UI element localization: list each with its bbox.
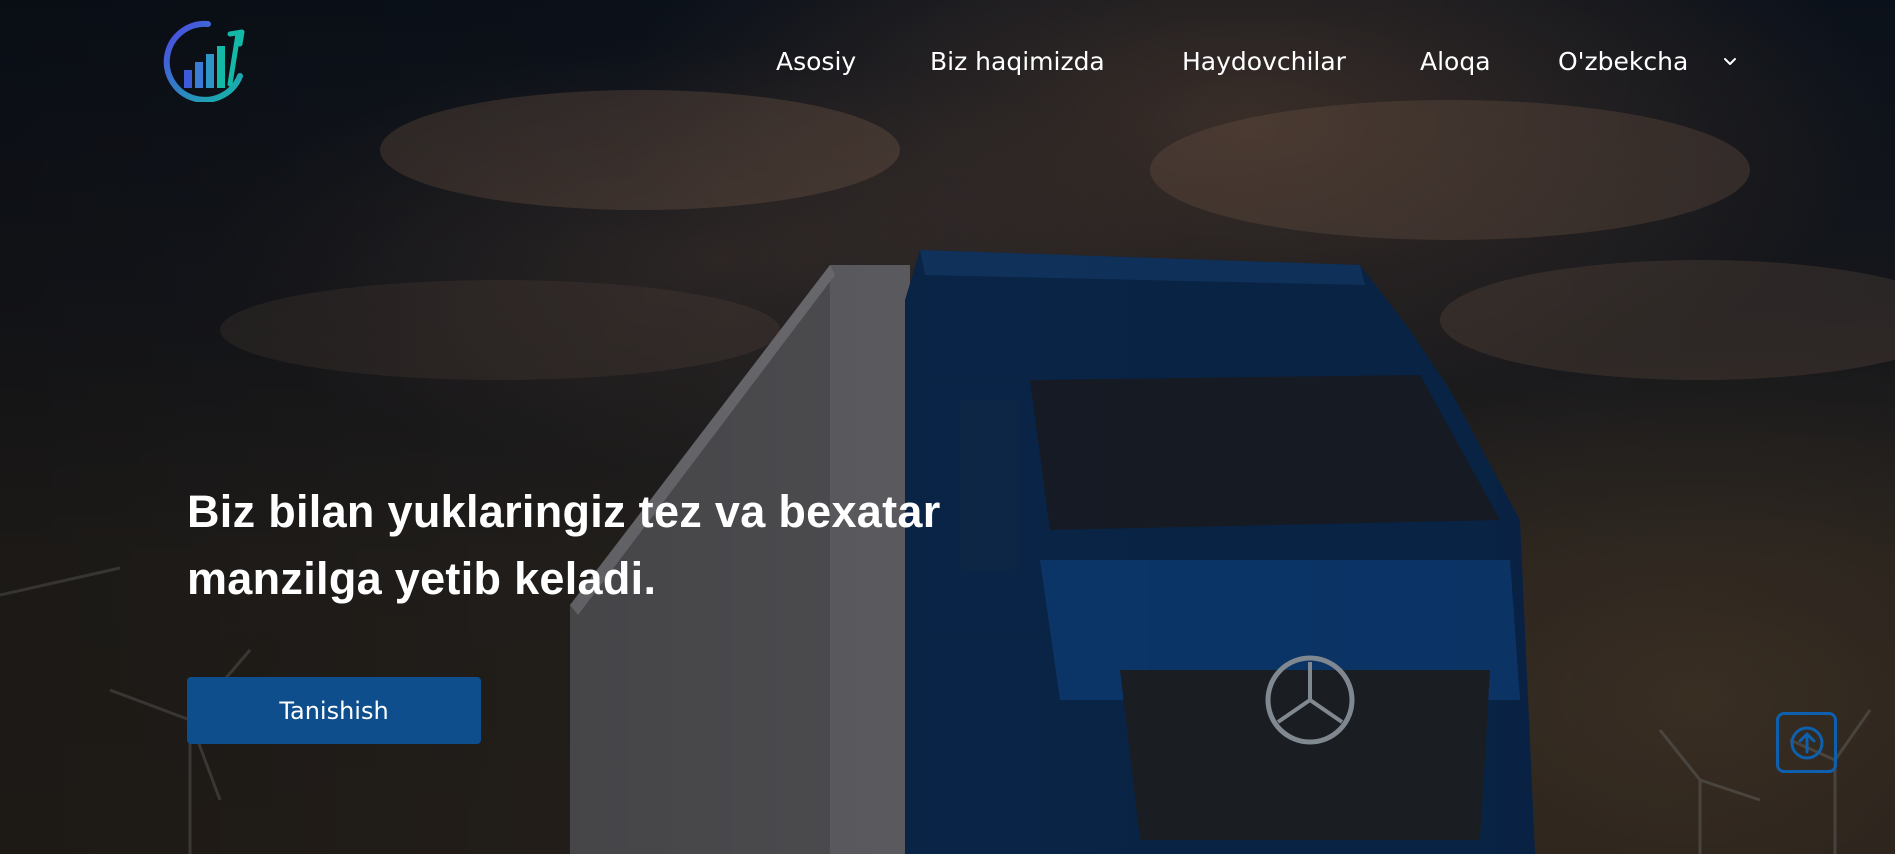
hero-headline-line-2: manzilga yetib keladi.: [187, 553, 657, 604]
language-selector[interactable]: O'zbekcha: [1558, 44, 1736, 80]
hero-headline: Biz bilan yuklaringiz tez va bexatar man…: [187, 478, 1087, 612]
hero-headline-line-1: Biz bilan yuklaringiz tez va bexatar: [187, 486, 941, 537]
main-nav: Asosiy Biz haqimizda Haydovchilar Aloqa …: [0, 44, 1895, 84]
nav-item-haydovchilar[interactable]: Haydovchilar: [1182, 44, 1346, 80]
tanishish-button[interactable]: Tanishish: [187, 677, 481, 744]
hero-section: Asosiy Biz haqimizda Haydovchilar Aloqa …: [0, 0, 1895, 854]
language-label: O'zbekcha: [1558, 47, 1689, 76]
arrow-up-icon: [1790, 726, 1823, 759]
nav-item-asosiy[interactable]: Asosiy: [776, 44, 856, 80]
nav-item-aloqa[interactable]: Aloqa: [1420, 44, 1491, 80]
chevron-down-icon: [1724, 58, 1736, 65]
scroll-to-top-button[interactable]: [1776, 712, 1837, 773]
nav-item-biz-haqimizda[interactable]: Biz haqimizda: [930, 44, 1105, 80]
